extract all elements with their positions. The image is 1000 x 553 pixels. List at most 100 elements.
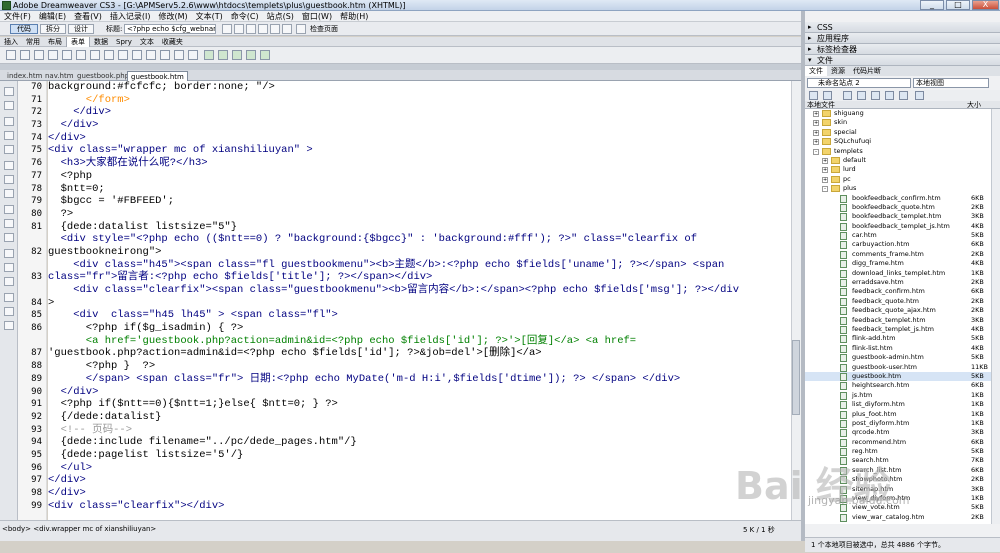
- spry-textfield-icon[interactable]: [204, 50, 214, 60]
- file-tree-item[interactable]: download_links_templet.htm 1KB: [805, 269, 991, 278]
- spry-checkbox-icon[interactable]: [232, 50, 242, 60]
- file-tree-item[interactable]: digg_frame.htm 4KB: [805, 259, 991, 269]
- file-tree-item[interactable]: - templets: [805, 147, 991, 156]
- connect-icon[interactable]: [809, 91, 818, 100]
- menu-view[interactable]: 查看(V): [70, 11, 106, 22]
- hidden-field-icon[interactable]: [34, 50, 44, 60]
- expand-toggle-icon[interactable]: -: [813, 148, 819, 155]
- preview-icon[interactable]: [234, 24, 244, 34]
- split-view-button[interactable]: 拆分: [40, 24, 66, 34]
- highlight-invalid-code-icon[interactable]: [4, 205, 14, 214]
- file-tree-item[interactable]: recommend.htm 6KB: [805, 438, 991, 447]
- file-tree-item[interactable]: guestbook.htm 5KB: [805, 371, 991, 382]
- textarea-icon[interactable]: [48, 50, 58, 60]
- file-tree-item[interactable]: + skin: [805, 118, 991, 127]
- checkbox-icon[interactable]: [62, 50, 72, 60]
- file-tree-item[interactable]: + lurd: [805, 165, 991, 174]
- file-tree-item[interactable]: + pc: [805, 175, 991, 184]
- button-icon[interactable]: [160, 50, 170, 60]
- menu-text[interactable]: 文本(T): [192, 11, 227, 22]
- file-tree-item[interactable]: list_diyform.htm 1KB: [805, 400, 991, 410]
- file-tree-item[interactable]: + SQLchufuqi: [805, 137, 991, 146]
- tab-files[interactable]: 文件: [805, 66, 827, 76]
- menu-help[interactable]: 帮助(H): [336, 11, 372, 22]
- menu-edit[interactable]: 编辑(E): [35, 11, 70, 22]
- code-editor[interactable]: background:#fcfcfc; border:none; "/> </f…: [48, 81, 791, 520]
- get-files-icon[interactable]: [843, 91, 852, 100]
- minimize-button[interactable]: _: [920, 0, 944, 10]
- list-menu-icon[interactable]: [104, 50, 114, 60]
- file-tree-item[interactable]: + shiguang: [805, 109, 991, 118]
- document-title-input[interactable]: <?php echo $cfg_webname;: [124, 24, 216, 34]
- code-view-button[interactable]: 代码: [10, 24, 38, 34]
- file-tree-item[interactable]: feedback_confirm.htm 6KB: [805, 287, 991, 297]
- file-tree-item[interactable]: feedback_quote_ajax.htm 2KB: [805, 306, 991, 316]
- validate-icon[interactable]: [282, 24, 292, 34]
- move-css-icon[interactable]: [4, 277, 14, 286]
- spry-select-icon[interactable]: [218, 50, 228, 60]
- indent-icon[interactable]: [4, 293, 14, 302]
- file-tree-item[interactable]: bookfeedback_templet_js.htm 4KB: [805, 222, 991, 231]
- expand-panel-icon[interactable]: [915, 91, 924, 100]
- css-panel-header[interactable]: CSS: [805, 22, 1000, 33]
- recent-snippets-icon[interactable]: [4, 263, 14, 272]
- file-tree-item[interactable]: plus_foot.htm 1KB: [805, 410, 991, 419]
- menu-site[interactable]: 站点(S): [263, 11, 298, 22]
- apply-comment-icon[interactable]: [4, 219, 14, 228]
- collapse-selection-icon[interactable]: [4, 131, 14, 140]
- application-panel-header[interactable]: 应用程序: [805, 33, 1000, 44]
- menu-modify[interactable]: 修改(M): [154, 11, 191, 22]
- file-tree-scrollbar[interactable]: [991, 109, 1000, 524]
- put-files-icon[interactable]: [857, 91, 866, 100]
- file-tree-item[interactable]: post_diyform.htm 1KB: [805, 419, 991, 428]
- insert-tab-spry[interactable]: Spry: [112, 37, 136, 47]
- balance-braces-icon[interactable]: [4, 175, 14, 184]
- design-view-button[interactable]: 设计: [68, 24, 94, 34]
- expand-toggle-icon[interactable]: +: [822, 167, 828, 174]
- insert-tab-data[interactable]: 数据: [90, 37, 112, 47]
- insert-tab-text[interactable]: 文本: [136, 37, 158, 47]
- file-management-icon[interactable]: [222, 24, 232, 34]
- tab-assets[interactable]: 资源: [827, 66, 849, 76]
- menu-file[interactable]: 文件(F): [0, 11, 35, 22]
- file-tree-item[interactable]: + special: [805, 128, 991, 137]
- tab-snippets[interactable]: 代码片断: [849, 66, 885, 76]
- check-page-icon[interactable]: [296, 24, 306, 34]
- column-local-files[interactable]: 本地文件: [807, 101, 835, 109]
- view-options-icon[interactable]: [258, 24, 268, 34]
- menu-window[interactable]: 窗口(W): [298, 11, 336, 22]
- file-tree-item[interactable]: bookfeedback_quote.htm 2KB: [805, 203, 991, 212]
- file-tree-item[interactable]: flink-list.htm 4KB: [805, 344, 991, 353]
- code-scrollbar-thumb[interactable]: [792, 340, 800, 415]
- files-panel-header[interactable]: 文件: [805, 55, 1000, 66]
- file-tree-item[interactable]: car.htm 5KB: [805, 231, 991, 241]
- remove-comment-icon[interactable]: [4, 233, 14, 242]
- file-tree-item[interactable]: heightsearch.htm 6KB: [805, 381, 991, 391]
- tab-index-htm[interactable]: index.htm: [4, 71, 45, 81]
- show-code-navigator-icon[interactable]: [4, 101, 14, 110]
- line-numbers-icon[interactable]: [4, 189, 14, 198]
- tag-selector[interactable]: <body> <div.wrapper mc of xianshiliuyan>: [2, 525, 156, 533]
- file-tree-item[interactable]: guestbook-admin.htm 5KB: [805, 353, 991, 363]
- text-field-icon[interactable]: [20, 50, 30, 60]
- fieldset-icon[interactable]: [188, 50, 198, 60]
- image-field-icon[interactable]: [132, 50, 142, 60]
- expand-toggle-icon[interactable]: +: [822, 157, 828, 164]
- synchronize-icon[interactable]: [899, 91, 908, 100]
- refresh-icon[interactable]: [246, 24, 256, 34]
- file-tree-item[interactable]: + default: [805, 156, 991, 165]
- form-icon[interactable]: [6, 50, 16, 60]
- jump-menu-icon[interactable]: [118, 50, 128, 60]
- tab-guestbook-php[interactable]: guestbook.php: [74, 71, 132, 81]
- insert-tab-common[interactable]: 常用: [22, 37, 44, 47]
- file-field-icon[interactable]: [146, 50, 156, 60]
- outdent-icon[interactable]: [4, 307, 14, 316]
- label-icon[interactable]: [174, 50, 184, 60]
- file-tree-item[interactable]: feedback_templet_js.htm 4KB: [805, 325, 991, 334]
- insert-tab-forms[interactable]: 表单: [66, 37, 90, 47]
- format-source-icon[interactable]: [4, 321, 14, 330]
- file-tree-item[interactable]: - plus: [805, 184, 991, 193]
- check-out-icon[interactable]: [871, 91, 880, 100]
- column-size[interactable]: 大小: [967, 101, 981, 109]
- collapse-tag-icon[interactable]: [4, 117, 14, 126]
